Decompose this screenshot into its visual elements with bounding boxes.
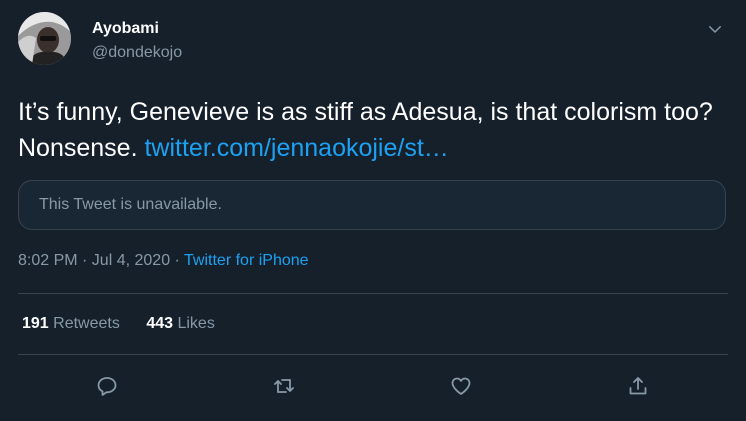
tweet-text: It’s funny, Genevieve is as stiff as Ade… [18, 94, 728, 166]
likes-stat[interactable]: 443 Likes [146, 315, 215, 332]
retweets-stat[interactable]: 191 Retweets [22, 315, 120, 332]
share-icon[interactable] [620, 368, 656, 404]
reply-icon[interactable] [89, 368, 125, 404]
chevron-down-icon[interactable] [704, 18, 726, 40]
likes-count: 443 [146, 315, 174, 332]
retweets-label: Retweets [53, 315, 120, 332]
likes-label: Likes [177, 315, 215, 332]
avatar[interactable] [18, 12, 71, 65]
meta-separator: · [170, 252, 185, 269]
retweet-icon[interactable] [266, 368, 302, 404]
divider [18, 354, 728, 355]
tweet-source[interactable]: Twitter for iPhone [184, 252, 309, 269]
tweet-timestamp[interactable]: 8:02 PM · Jul 4, 2020 [18, 252, 170, 269]
divider [18, 293, 728, 294]
action-bar [0, 368, 746, 404]
tweet-card: Ayobami @dondekojo It’s funny, Genevieve… [0, 0, 746, 421]
tweet-meta: 8:02 PM · Jul 4, 2020 · Twitter for iPho… [18, 252, 309, 270]
tweet-link[interactable]: twitter.com/jennaokojie/st… [144, 134, 448, 162]
quoted-tweet-unavailable[interactable]: This Tweet is unavailable. [18, 180, 726, 230]
user-handle[interactable]: @dondekojo [92, 44, 182, 62]
retweets-count: 191 [22, 315, 49, 332]
avatar-image [18, 12, 71, 65]
tweet-stats: 191 Retweets 443 Likes [22, 315, 237, 333]
heart-icon[interactable] [443, 368, 479, 404]
display-name[interactable]: Ayobami [92, 20, 159, 38]
